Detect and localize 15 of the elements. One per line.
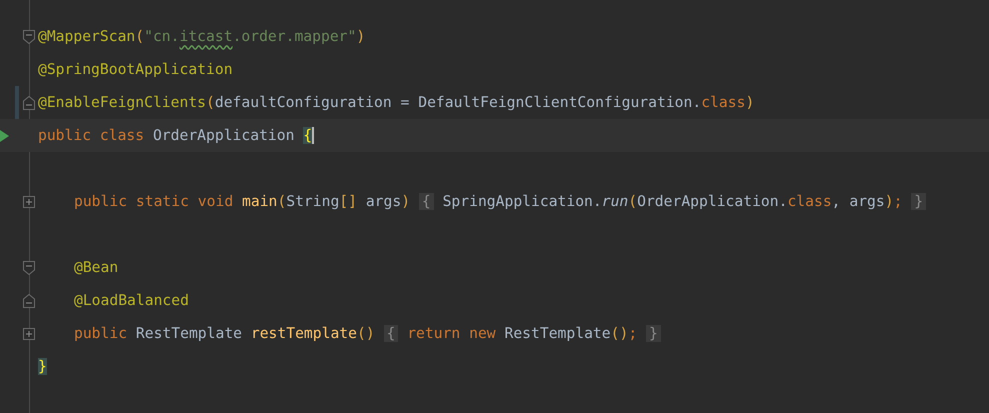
code-line: @Bean [74,258,118,278]
code-line: public static void main(String[] args) { SpringApplication.run(OrderApplication.class, args); } [74,190,926,214]
fold-plus-icon[interactable] [23,328,35,340]
code-line: @SpringBootApplication [38,60,233,80]
code-line: @LoadBalanced [74,290,189,310]
fold-minus-icon[interactable] [23,260,35,274]
code-line: @MapperScan("cn.itcast.order.mapper") [38,26,366,46]
code-line: @EnableFeignClients(defaultConfiguration = DefaultFeignClientConfiguration.class) [38,92,754,112]
fold-minus-icon[interactable] [23,294,35,308]
fold-plus-icon[interactable] [23,196,35,208]
fold-minus-icon[interactable] [23,30,35,44]
code-line: public RestTemplate restTemplate() { return new RestTemplate(); } [74,322,661,346]
code-line: public class OrderApplication { [38,126,314,146]
fold-minus-icon[interactable] [23,96,35,110]
run-icon[interactable] [0,130,9,142]
